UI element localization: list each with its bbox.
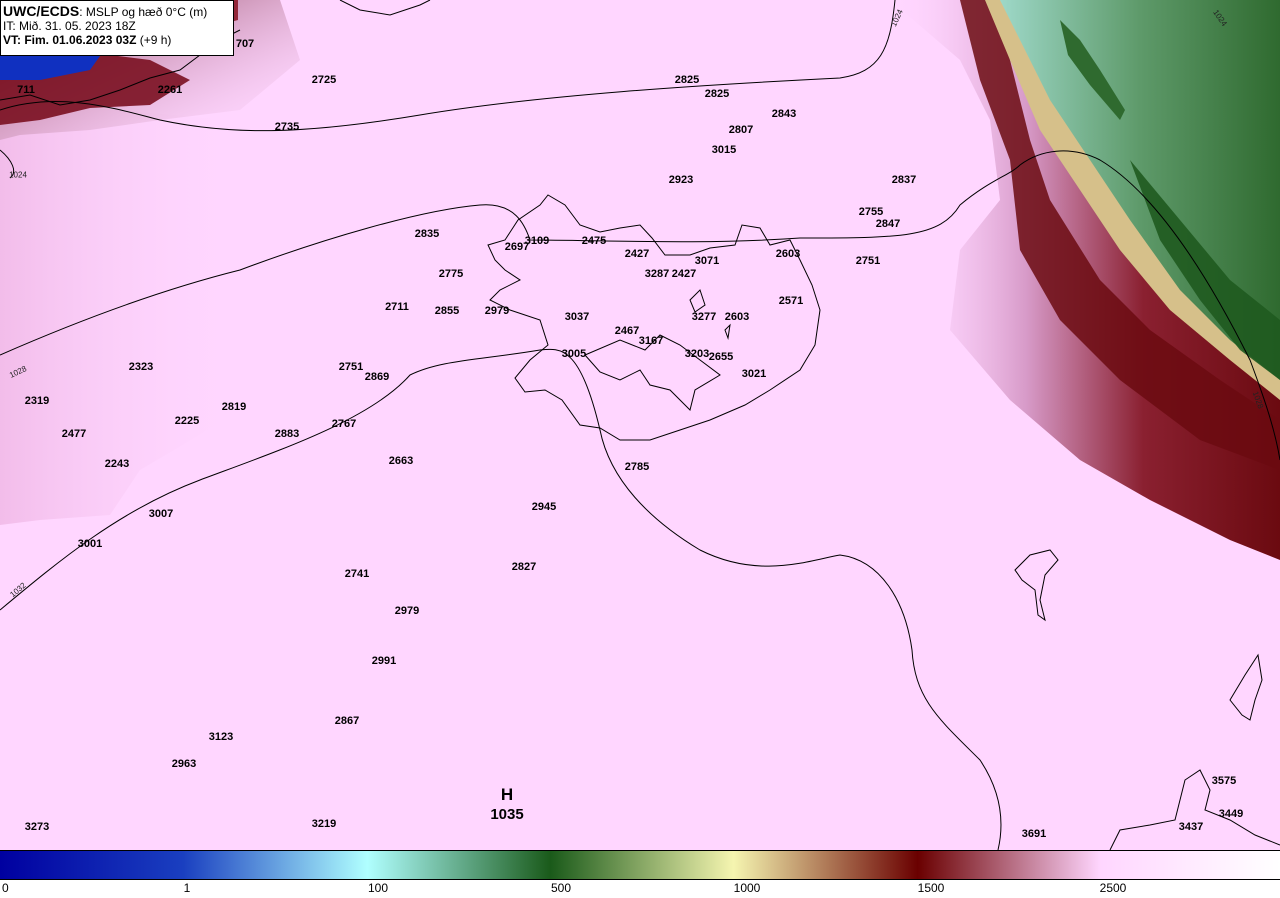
station-value: 3037: [564, 311, 590, 323]
high-pressure-center: H 1035: [490, 785, 523, 825]
station-value: 3691: [1021, 828, 1047, 840]
station-value: 2837: [891, 174, 917, 186]
station-value: 2979: [394, 605, 420, 617]
station-value: 2751: [338, 361, 364, 373]
station-value: 3219: [311, 818, 337, 830]
colorbar-tick-label: 1000: [733, 881, 761, 895]
station-value: 2477: [61, 428, 87, 440]
station-value: 2319: [24, 395, 50, 407]
header-valid-time: VT: Fim. 01.06.2023 03Z: [3, 33, 137, 47]
station-value: 3005: [561, 348, 587, 360]
colorbar-tick-label: 0: [2, 881, 9, 895]
station-value: 2741: [344, 568, 370, 580]
station-value: 3575: [1211, 775, 1237, 787]
high-pressure-value: 1035: [490, 806, 524, 823]
station-value: 2663: [388, 455, 414, 467]
station-value: 3123: [208, 731, 234, 743]
station-value: 3021: [741, 368, 767, 380]
station-value: 2655: [708, 351, 734, 363]
station-value: 2571: [778, 295, 804, 307]
station-value: 2835: [414, 228, 440, 240]
station-value: 2827: [511, 561, 537, 573]
station-value: 2755: [858, 206, 884, 218]
station-value: 3277: [691, 311, 717, 323]
station-value: 2819: [221, 401, 247, 413]
station-value: 2963: [171, 758, 197, 770]
station-value: 707: [235, 38, 255, 50]
iceland-coastline: [487, 194, 821, 441]
station-value: 2869: [364, 371, 390, 383]
station-value: 3449: [1218, 808, 1244, 820]
station-value: 2725: [311, 74, 337, 86]
high-pressure-letter: H: [500, 785, 514, 804]
station-value: 2261: [157, 84, 183, 96]
header-issue-time: IT: Mið. 31. 05. 2023 18Z: [3, 19, 136, 33]
station-value: 3001: [77, 538, 103, 550]
station-value: 2711: [385, 301, 409, 313]
station-value: 3437: [1178, 821, 1204, 833]
isobar-label: 1024: [9, 170, 27, 180]
header-valid-line: VT: Fim. 01.06.2023 03Z (+9 h): [3, 33, 231, 47]
header-lead-time: (+9 h): [136, 33, 172, 47]
station-value: 2467: [614, 325, 640, 337]
station-value: 3203: [684, 348, 710, 360]
station-value: 3015: [711, 144, 737, 156]
station-value: 2807: [728, 124, 754, 136]
colorbar-tick-label: 1: [183, 881, 191, 895]
colorbar: [0, 850, 1280, 880]
station-value: 2785: [624, 461, 650, 473]
shetland-coast: [1229, 653, 1263, 721]
faroe-islands: [1014, 549, 1059, 622]
station-value: 3007: [148, 508, 174, 520]
station-value: 2603: [724, 311, 750, 323]
station-value: 2979: [484, 305, 510, 317]
station-value: 2825: [704, 88, 730, 100]
station-value: 3287: [644, 268, 670, 280]
station-value: 2243: [104, 458, 130, 470]
station-value: 2945: [531, 501, 557, 513]
station-value: 2991: [371, 655, 397, 667]
station-value: 2775: [438, 268, 464, 280]
station-value: 3273: [24, 821, 50, 833]
station-value: 2427: [671, 268, 697, 280]
map-header: UWC/ECDS: MSLP og hæð 0°C (m) IT: Mið. 3…: [0, 0, 234, 56]
station-value: 2475: [581, 235, 607, 247]
header-title-line: UWC/ECDS: MSLP og hæð 0°C (m): [3, 4, 231, 19]
station-value: 2843: [771, 108, 797, 120]
colorbar-tick-label: 100: [367, 881, 389, 895]
station-value: 3071: [694, 255, 720, 267]
station-value: 2225: [174, 415, 200, 427]
station-value: 2847: [875, 218, 901, 230]
scotland-coast: [1109, 769, 1280, 850]
colorbar-tick-label: 500: [550, 881, 572, 895]
station-value: 2867: [334, 715, 360, 727]
station-value: 2323: [128, 361, 154, 373]
station-value: 3109: [524, 235, 550, 247]
header-brand: UWC/ECDS: [3, 3, 80, 19]
header-title: : MSLP og hæð 0°C (m): [79, 5, 208, 19]
station-value: 2767: [331, 418, 357, 430]
station-value: 2427: [624, 248, 650, 260]
map-area[interactable]: 1024 1024 1024 1028 1032 1028 2725 2261 …: [0, 0, 1280, 850]
colorbar-tick-label: 1500: [917, 881, 945, 895]
colorbar-ticks: 0 1 100 500 1000 1500 2500: [0, 880, 1280, 898]
station-value: 2751: [855, 255, 881, 267]
station-value: 2883: [274, 428, 300, 440]
station-value: 2825: [674, 74, 700, 86]
station-value: 2855: [434, 305, 460, 317]
station-value: 2923: [668, 174, 694, 186]
station-value: 711: [17, 84, 35, 96]
station-value: 3167: [638, 335, 664, 347]
station-value: 2603: [775, 248, 801, 260]
station-value: 2735: [274, 121, 300, 133]
colorbar-tick-label: 2500: [1099, 881, 1127, 895]
